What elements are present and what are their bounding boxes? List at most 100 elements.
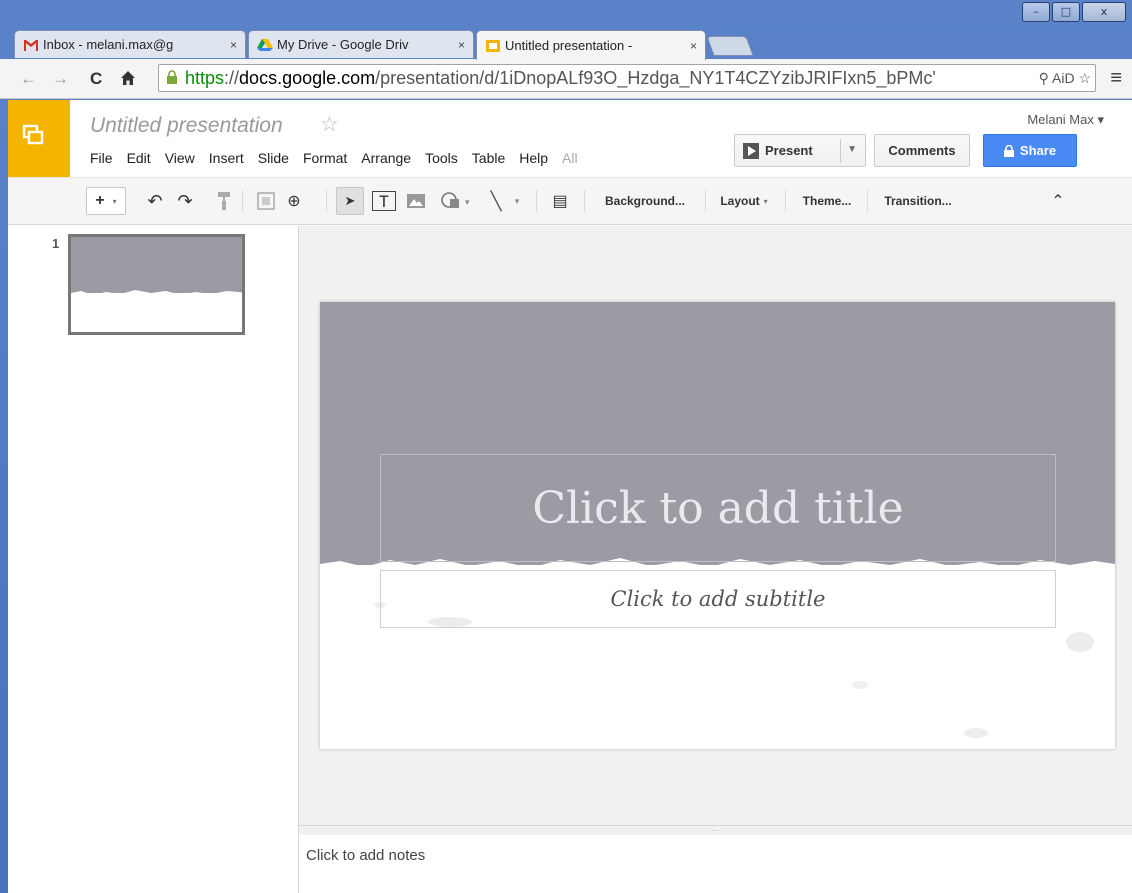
close-window-button[interactable]: x xyxy=(1082,2,1126,22)
select-icon[interactable]: ➤ xyxy=(336,187,364,215)
share-button[interactable]: Share xyxy=(983,134,1077,167)
tab-close-icon[interactable]: × xyxy=(690,39,697,53)
notes-resize-handle[interactable]: ... xyxy=(299,825,1132,835)
chevron-down-icon[interactable]: ▾ xyxy=(113,197,117,206)
fit-icon[interactable] xyxy=(254,187,278,215)
user-account[interactable]: Melani Max ▾ xyxy=(1027,112,1104,128)
menu-slide[interactable]: Slide xyxy=(258,150,289,166)
shape-glyph: ▾ xyxy=(441,192,470,208)
present-dropdown-icon[interactable]: ▼ xyxy=(847,144,857,155)
theme-button[interactable]: Theme... xyxy=(790,187,864,215)
title-placeholder[interactable]: Click to add title xyxy=(380,454,1056,562)
menu-table[interactable]: Table xyxy=(472,150,505,166)
paint-roller-icon xyxy=(218,192,230,210)
image-glyph xyxy=(407,194,425,208)
window-controls: – □ x xyxy=(1020,2,1126,22)
url-scheme: https xyxy=(185,68,225,88)
present-button[interactable]: Present ▼ xyxy=(734,134,866,167)
redo-icon[interactable]: ↷ xyxy=(174,187,196,215)
document-title[interactable]: Untitled presentation xyxy=(90,114,283,138)
present-separator xyxy=(840,139,841,163)
omnibox-icons[interactable]: ⚲ AiD ☆ xyxy=(1034,65,1091,91)
tab-title: My Drive - Google Driv xyxy=(277,37,409,52)
menu-help[interactable]: Help xyxy=(519,150,548,166)
slides-app: Untitled presentation ☆ File Edit View I… xyxy=(8,100,1132,893)
tab-gmail[interactable]: Inbox - melani.max@g × xyxy=(14,30,246,58)
menu-tools[interactable]: Tools xyxy=(425,150,458,166)
fit-to-screen-icon xyxy=(257,192,275,210)
undo-icon[interactable]: ↶ xyxy=(144,187,166,215)
slide-number: 1 xyxy=(52,236,60,251)
new-tab-button[interactable] xyxy=(706,36,754,56)
home-icon-glyph xyxy=(121,71,135,85)
docs-header: Untitled presentation ☆ File Edit View I… xyxy=(8,100,1132,177)
collapse-icon[interactable]: ⌃ xyxy=(1046,187,1070,215)
slide-thumbnail[interactable] xyxy=(68,234,245,335)
thumbnail-torn-edge xyxy=(71,290,242,301)
home-icon[interactable] xyxy=(120,70,136,90)
layout-label: Layout xyxy=(720,194,760,208)
textbox-icon[interactable]: T xyxy=(372,191,396,211)
minimize-button[interactable]: – xyxy=(1022,2,1050,22)
slide-workspace: Click to add title Click to add subtitle xyxy=(299,226,1132,825)
tab-slides[interactable]: Untitled presentation - × xyxy=(476,30,706,60)
play-icon xyxy=(743,142,759,159)
subtitle-placeholder[interactable]: Click to add subtitle xyxy=(380,570,1056,628)
comment-icon[interactable]: ▤ xyxy=(548,187,572,215)
address-bar[interactable]: https://docs.google.com/presentation/d/1… xyxy=(158,64,1096,92)
toolbar-divider xyxy=(536,190,537,212)
share-label: Share xyxy=(1019,143,1057,158)
editing-toolbar: + ▾ ↶ ↷ ⊕ ➤ T ▾ ╲ ▾ ▤ Background... Layo… xyxy=(8,177,1132,225)
present-label: Present xyxy=(765,143,813,158)
comments-button[interactable]: Comments xyxy=(874,134,970,167)
menu-bar: File Edit View Insert Slide Format Arran… xyxy=(90,150,592,166)
maximize-button[interactable]: □ xyxy=(1052,2,1080,22)
menu-insert[interactable]: Insert xyxy=(209,150,244,166)
slides-logo[interactable] xyxy=(8,100,70,177)
drive-icon xyxy=(257,38,273,51)
star-icon[interactable]: ☆ xyxy=(320,112,339,137)
toolbar-divider xyxy=(785,190,786,212)
menu-format[interactable]: Format xyxy=(303,150,347,166)
toolbar-divider xyxy=(867,190,868,212)
menu-edit[interactable]: Edit xyxy=(127,150,151,166)
line-icon[interactable]: ╲ xyxy=(484,187,508,215)
menu-file[interactable]: File xyxy=(90,150,113,166)
url-separator: :// xyxy=(224,68,240,88)
zoom-icon[interactable]: ⊕ xyxy=(282,187,306,215)
browser-toolbar: ← → C https://docs.google.com/presentati… xyxy=(0,59,1132,99)
url-path: /presentation/d/1iDnopALf93O_Hzdga_NY1T4… xyxy=(375,68,936,88)
menu-arrange[interactable]: Arrange xyxy=(361,150,411,166)
toolbar-divider xyxy=(705,190,706,212)
transition-button[interactable]: Transition... xyxy=(872,187,964,215)
paint-format-icon[interactable] xyxy=(214,187,234,215)
slide-canvas[interactable]: Click to add title Click to add subtitle xyxy=(320,302,1115,749)
layout-button[interactable]: Layout ▾ xyxy=(710,187,778,215)
background-button[interactable]: Background... xyxy=(590,187,700,215)
slides-logo-icon xyxy=(22,124,44,145)
lock-icon xyxy=(1003,144,1014,157)
toolbar-divider xyxy=(584,190,585,212)
reload-icon[interactable]: C xyxy=(90,69,102,89)
plus-icon: + xyxy=(95,192,105,209)
shape-icon[interactable]: ▾ xyxy=(434,187,478,215)
new-slide-button[interactable]: + ▾ xyxy=(86,187,126,215)
tab-title: Untitled presentation - xyxy=(505,38,633,53)
forward-icon[interactable]: → xyxy=(52,69,69,89)
tab-drive[interactable]: My Drive - Google Driv × xyxy=(248,30,474,58)
tab-close-icon[interactable]: × xyxy=(458,38,465,52)
chrome-menu-icon[interactable]: ≡ xyxy=(1110,67,1122,90)
back-icon[interactable]: ← xyxy=(20,69,37,89)
toolbar-divider xyxy=(326,190,327,212)
gmail-icon xyxy=(24,39,38,51)
menu-view[interactable]: View xyxy=(165,150,195,166)
menu-all-changes[interactable]: All xyxy=(562,150,578,166)
image-icon[interactable] xyxy=(404,187,428,215)
tab-close-icon[interactable]: × xyxy=(230,38,237,52)
url-host: docs.google.com xyxy=(239,68,376,88)
tab-title: Inbox - melani.max@g xyxy=(43,37,174,52)
line-dropdown-icon[interactable]: ▾ xyxy=(510,187,524,215)
toolbar-divider xyxy=(242,190,243,212)
lock-icon xyxy=(167,70,177,84)
speaker-notes[interactable]: Click to add notes xyxy=(299,835,1132,893)
